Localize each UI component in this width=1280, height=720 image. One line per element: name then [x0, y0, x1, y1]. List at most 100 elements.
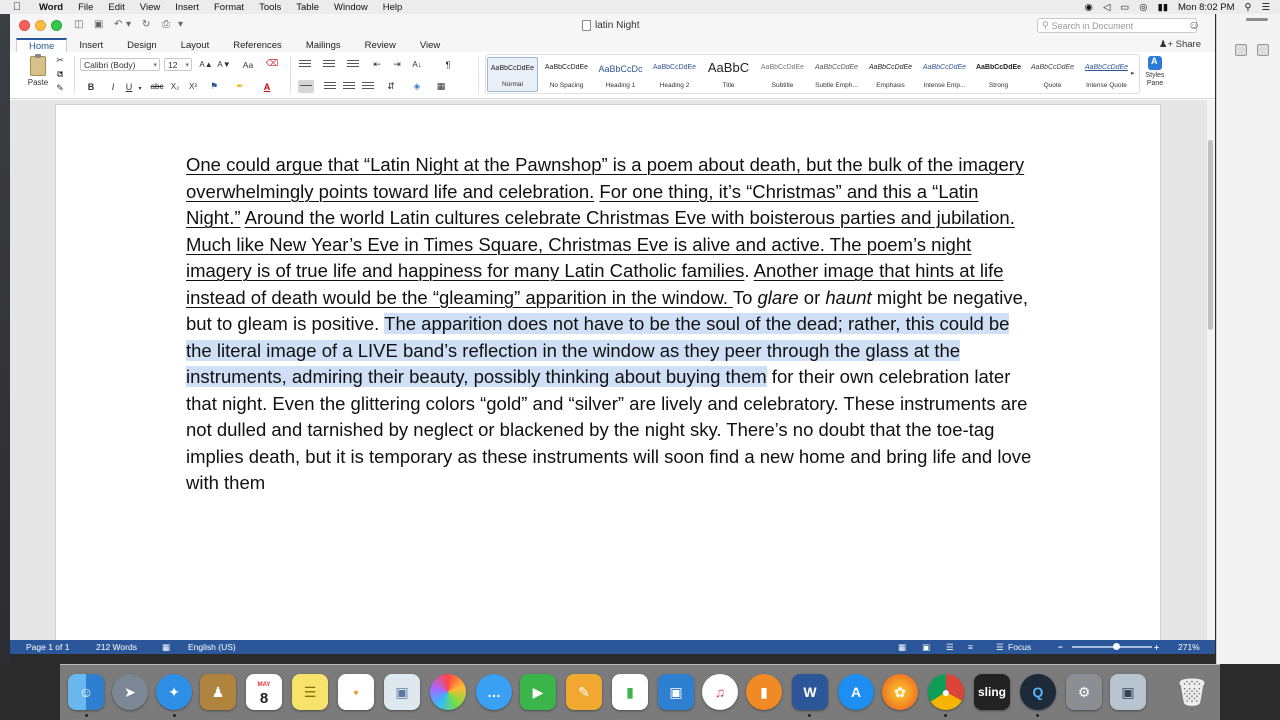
style-subtle-emphasis[interactable]: AaBbCcDdEe Subtle Emph...: [811, 57, 862, 92]
tab-mailings[interactable]: Mailings: [294, 38, 353, 52]
menu-edit[interactable]: Edit: [108, 2, 124, 13]
page-count[interactable]: Page 1 of 1: [26, 642, 69, 652]
vertical-scrollbar[interactable]: [1207, 100, 1215, 641]
style-heading-1[interactable]: AaBbCcDc Heading 1: [595, 57, 646, 92]
minimize-window-button[interactable]: [35, 20, 46, 31]
share-button[interactable]: ♟+ Share: [1159, 39, 1201, 50]
style-normal[interactable]: AaBbCcDdEe Normal: [487, 57, 538, 92]
spotlight-icon[interactable]: ⚲: [1245, 2, 1252, 13]
notes-icon[interactable]: ☰: [292, 674, 328, 710]
menu-table[interactable]: Table: [296, 2, 319, 13]
underline-button[interactable]: U: [122, 80, 136, 93]
record-icon[interactable]: ◉: [1085, 2, 1093, 13]
shading-icon[interactable]: ◈: [408, 80, 426, 93]
tab-layout[interactable]: Layout: [169, 38, 222, 52]
font-color-button[interactable]: A: [260, 80, 274, 93]
tab-insert[interactable]: Insert: [67, 38, 115, 52]
undo-icon[interactable]: ↶: [114, 19, 122, 31]
text-effects-icon[interactable]: ⚑: [206, 80, 222, 93]
sort-icon[interactable]: A↓: [410, 58, 424, 71]
draft-view-icon[interactable]: ≡: [968, 642, 973, 652]
preview-icon[interactable]: ▣: [384, 674, 420, 710]
image-capture-icon[interactable]: ▣: [1110, 674, 1146, 710]
battery-icon[interactable]: ▮▮: [1158, 2, 1168, 13]
menu-insert[interactable]: Insert: [175, 2, 199, 13]
align-right-icon[interactable]: [343, 82, 355, 92]
style-intense-emphasis[interactable]: AaBbCcDdEe Intense Emp...: [919, 57, 970, 92]
sling-icon[interactable]: sling: [974, 674, 1010, 710]
cut-icon[interactable]: ✂: [54, 54, 66, 67]
system-preferences-icon[interactable]: ⚙: [1066, 674, 1102, 710]
word-count[interactable]: 212 Words: [96, 642, 137, 652]
menu-view[interactable]: View: [140, 2, 160, 13]
tab-home[interactable]: Home: [16, 38, 68, 52]
feedback-smiley-icon[interactable]: ☺: [1188, 18, 1200, 32]
style-heading-2[interactable]: AaBbCcDdEe Heading 2: [649, 57, 700, 92]
tab-design[interactable]: Design: [115, 38, 169, 52]
calendar-icon[interactable]: MAY 8: [246, 674, 282, 710]
save-icon[interactable]: ▣: [94, 19, 103, 31]
line-spacing-icon[interactable]: ⇵: [382, 80, 400, 93]
style-no-spacing[interactable]: AaBbCcDdEe No Spacing: [541, 57, 592, 92]
outline-view-icon[interactable]: ☰: [946, 642, 954, 653]
style-quote[interactable]: AaBbCcDdEe Quote: [1027, 57, 1078, 92]
scrollbar-thumb[interactable]: [1208, 140, 1213, 330]
gallery-expand-icon[interactable]: ▸: [1131, 69, 1135, 77]
wifi-icon[interactable]: ◎: [1139, 2, 1147, 13]
print-layout-icon[interactable]: ▦: [898, 642, 906, 653]
increase-indent-icon[interactable]: ⇥: [390, 58, 404, 71]
show-formatting-button[interactable]: ¶: [442, 58, 454, 71]
close-window-button[interactable]: [19, 20, 30, 31]
facetime-icon[interactable]: ▶: [520, 674, 556, 710]
font-name-dropdown[interactable]: Calibri (Body) ▾: [80, 58, 160, 71]
app-store-icon[interactable]: A: [838, 674, 874, 710]
grow-font-button[interactable]: A▲: [198, 58, 214, 71]
decrease-indent-icon[interactable]: ⇤: [370, 58, 384, 71]
bullets-icon[interactable]: [299, 60, 311, 70]
focus-mode-button[interactable]: Focus: [1008, 642, 1031, 652]
underline-dropdown-icon[interactable]: ▾: [136, 82, 144, 95]
word-app-icon[interactable]: W: [792, 674, 828, 710]
volume-icon[interactable]: ◁: [1103, 2, 1110, 13]
highlight-icon[interactable]: ✒: [232, 80, 248, 93]
font-size-dropdown[interactable]: 12 ▾: [164, 58, 192, 71]
proofing-icon[interactable]: ▦: [162, 642, 170, 653]
change-case-button[interactable]: Aa: [238, 58, 258, 71]
subscript-button[interactable]: X₂: [168, 80, 182, 93]
itunes-icon[interactable]: ♫: [702, 674, 738, 710]
multilevel-list-icon[interactable]: [347, 60, 359, 70]
ibooks-icon[interactable]: ▮: [746, 674, 782, 710]
menu-window[interactable]: Window: [334, 2, 368, 13]
tab-references[interactable]: References: [221, 38, 294, 52]
print-icon[interactable]: ⎙: [162, 19, 170, 31]
pages-icon[interactable]: ✎: [566, 674, 602, 710]
styles-pane-button[interactable]: Styles Pane: [1144, 56, 1166, 88]
menu-tools[interactable]: Tools: [259, 2, 281, 13]
document-body-text[interactable]: One could argue that “Latin Night at the…: [186, 152, 1036, 497]
numbering-icon[interactable]: [323, 60, 335, 70]
reminders-icon[interactable]: •: [338, 674, 374, 710]
zoom-slider-handle[interactable]: [1113, 643, 1120, 650]
sidebar-toggle-icon[interactable]: ◫: [74, 19, 83, 31]
redo-icon[interactable]: ↻: [142, 19, 150, 31]
format-painter-icon[interactable]: ✎: [54, 82, 66, 95]
notification-center-icon[interactable]: ☰: [1261, 2, 1270, 13]
firefox-icon[interactable]: ✿: [882, 674, 918, 710]
web-layout-icon[interactable]: ▣: [922, 642, 930, 653]
keynote-icon[interactable]: ▣: [658, 674, 694, 710]
zoom-in-button[interactable]: +: [1154, 642, 1159, 652]
style-intense-quote[interactable]: AaBbCcDdEe Intense Quote: [1081, 57, 1132, 92]
clear-formatting-icon[interactable]: ⌫: [264, 57, 280, 70]
tab-review[interactable]: Review: [353, 38, 408, 52]
tab-view[interactable]: View: [408, 38, 452, 52]
copy-icon[interactable]: ⧉: [54, 68, 66, 81]
focus-icon[interactable]: ☰: [996, 642, 1004, 653]
fullscreen-window-button[interactable]: [51, 20, 62, 31]
style-title[interactable]: AaBbC Title: [703, 57, 754, 92]
superscript-button[interactable]: X²: [186, 80, 200, 93]
zoom-slider[interactable]: [1072, 646, 1152, 648]
menu-format[interactable]: Format: [214, 2, 244, 13]
display-icon[interactable]: ▭: [1120, 2, 1129, 13]
menu-file[interactable]: File: [78, 2, 93, 13]
document-page[interactable]: One could argue that “Latin Night at the…: [55, 104, 1161, 641]
